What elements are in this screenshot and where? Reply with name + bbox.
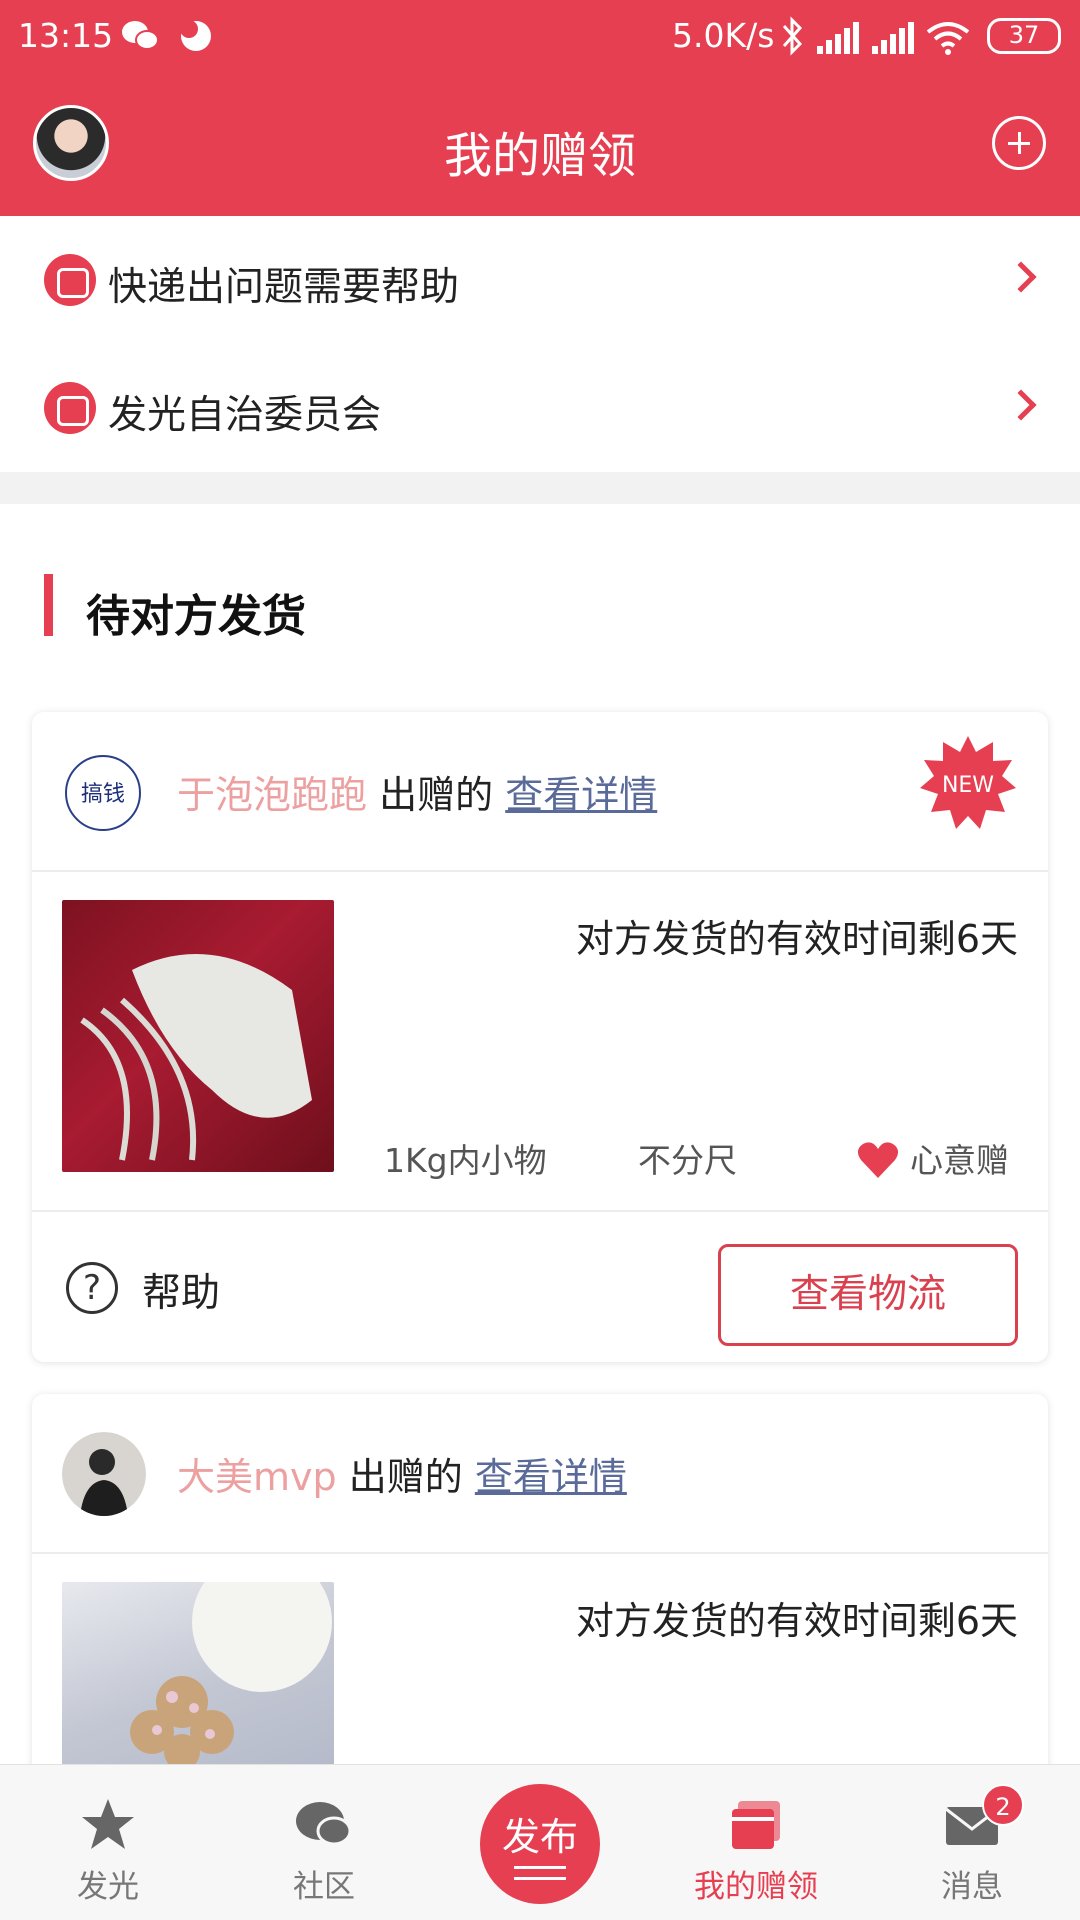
item-category: 1Kg内小物 [384, 1141, 547, 1180]
tab-label: 消息 [941, 1869, 1003, 1905]
bluetooth-icon [782, 16, 803, 56]
status-bar: 13:15 5.0K/s 37 [0, 0, 1080, 72]
publish-label: 发布 [501, 1815, 578, 1859]
signal-icon [817, 22, 859, 54]
tab-messages[interactable]: 消息 [872, 1765, 1072, 1920]
item-size: 不分尺 [638, 1141, 737, 1180]
menu-item-label: 快递出问题需要帮助 [108, 265, 460, 310]
status-time: 13:15 [18, 16, 114, 55]
menu-list: 快递出问题需要帮助 发光自治委员会 [0, 216, 1080, 472]
card-actions: ? 帮助 查看物流 [32, 1210, 1048, 1360]
chevron-right-icon [1005, 261, 1037, 293]
remaining-time: 对方发货的有效时间剩6天 [575, 1599, 1018, 1643]
donor-line: 大美mvp 出赠的 查看详情 [177, 1446, 627, 1501]
view-detail-link[interactable]: 查看详情 [505, 773, 657, 817]
donor-verb: 出赠的 [379, 773, 494, 817]
help-link[interactable]: 帮助 [142, 1262, 220, 1318]
tab-glow[interactable]: 发光 [8, 1765, 208, 1920]
publish-button[interactable]: 发布 [480, 1784, 600, 1904]
wifi-icon [926, 22, 970, 55]
donor-name[interactable]: 大美mvp [177, 1455, 337, 1499]
menu-item-committee[interactable]: 发光自治委员会 [0, 344, 1080, 472]
gift-type: 心意赠 [910, 1141, 1009, 1180]
signal-icon [872, 22, 914, 54]
section-title: 待对方发货 [86, 591, 306, 642]
service-icon [44, 254, 96, 306]
service-icon [44, 382, 96, 434]
view-logistics-button[interactable]: 查看物流 [718, 1244, 1018, 1346]
app-header: 13:15 5.0K/s 37 我的赠领 [0, 0, 1080, 216]
wechat-icon [122, 21, 159, 50]
battery-icon: 37 [987, 18, 1061, 54]
donor-name[interactable]: 于泡泡跑跑 [177, 773, 367, 817]
new-badge-text: NEW [942, 773, 994, 798]
gift-box-icon [732, 1801, 780, 1849]
donor-avatar[interactable] [62, 1432, 146, 1516]
star-icon [82, 1799, 134, 1849]
section-accent-bar [44, 574, 53, 636]
menu-item-delivery-help[interactable]: 快递出问题需要帮助 [0, 216, 1080, 344]
card-header: 大美mvp 出赠的 查看详情 [32, 1394, 1048, 1554]
donor-line: 于泡泡跑跑 出赠的 查看详情 [177, 764, 657, 819]
gift-card: 搞钱 于泡泡跑跑 出赠的 查看详情 NEW 对方发货的有效时间剩6天 1Kg内小… [32, 712, 1048, 1362]
pending-shipment-section: 待对方发货 搞钱 于泡泡跑跑 出赠的 查看详情 NEW 对方发货的有效时间剩6天… [0, 504, 1080, 1920]
moon-icon [180, 20, 211, 51]
network-speed: 5.0K/s [672, 16, 775, 55]
tab-label: 发光 [77, 1869, 139, 1905]
card-header: 搞钱 于泡泡跑跑 出赠的 查看详情 NEW [32, 712, 1048, 872]
chat-icon [296, 1802, 352, 1846]
chevron-right-icon [1005, 389, 1037, 421]
avatar-text: 搞钱 [81, 782, 125, 807]
tab-label: 我的赠领 [694, 1869, 818, 1905]
donor-avatar[interactable]: 搞钱 [64, 754, 142, 832]
hair-dryer-image [80, 954, 312, 1161]
add-button[interactable] [992, 116, 1046, 170]
message-badge: 2 [982, 1784, 1024, 1826]
donor-verb: 出赠的 [348, 1455, 463, 1499]
heart-icon [857, 1142, 899, 1178]
remaining-time: 对方发货的有效时间剩6天 [575, 917, 1018, 961]
tab-my-gifts[interactable]: 我的赠领 [656, 1765, 856, 1920]
question-icon[interactable]: ? [66, 1262, 118, 1314]
tab-label: 社区 [293, 1869, 355, 1905]
page-title: 我的赠领 [443, 128, 636, 184]
tab-community[interactable]: 社区 [224, 1765, 424, 1920]
new-badge: NEW [920, 736, 1016, 829]
item-photo[interactable] [62, 900, 334, 1172]
menu-item-label: 发光自治委员会 [108, 393, 382, 438]
view-detail-link[interactable]: 查看详情 [475, 1455, 627, 1499]
publish-icon [514, 1866, 566, 1880]
